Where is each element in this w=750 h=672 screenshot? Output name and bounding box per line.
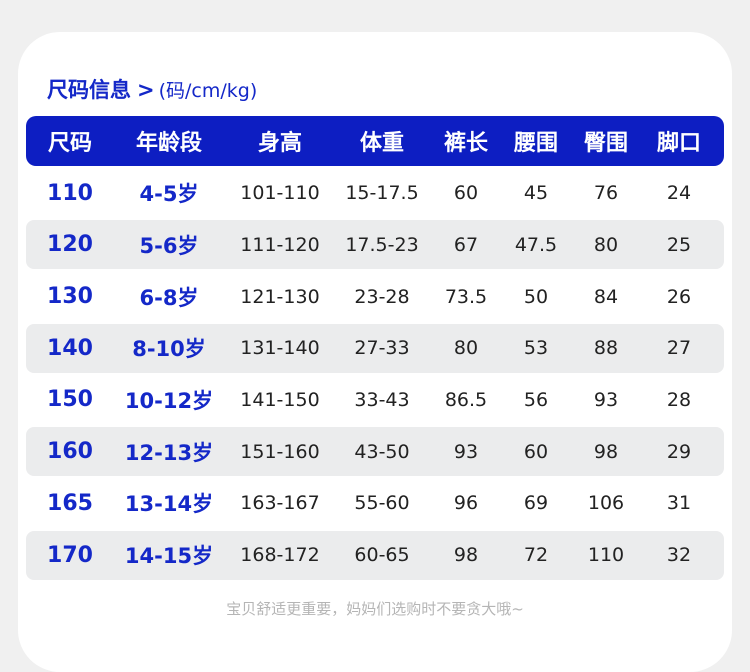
size-cell: 170 (47, 542, 93, 568)
waist-cell: 50 (523, 285, 549, 308)
column-header-leg-opening: 脚口 (656, 131, 701, 156)
leg-opening-cell: 26 (666, 285, 692, 308)
age-cell: 4-5岁 (139, 182, 199, 207)
column-header-height: 身高 (257, 131, 302, 156)
leg-opening-cell: 24 (666, 182, 692, 205)
size-cell: 165 (47, 490, 93, 516)
pants-length-cell: 96 (453, 492, 479, 515)
age-cell: 12-13岁 (124, 440, 214, 465)
hip-cell: 110 (587, 544, 625, 566)
height-cell: 141-150 (240, 388, 320, 411)
hip-cell: 80 (593, 233, 619, 256)
weight-cell: 55-60 (354, 492, 410, 515)
size-cell: 160 (47, 439, 93, 465)
hip-cell: 98 (593, 440, 619, 463)
column-header-size: 尺码 (47, 131, 92, 156)
size-table: 尺码 年龄段 身高 体重 裤长 腰围 臀围 脚口 110 4-5岁 101-11… (26, 116, 724, 580)
weight-cell: 27-33 (354, 337, 410, 360)
table-row: 170 14-15岁 168-172 60-65 98 72 110 32 (26, 530, 724, 580)
size-cell: 120 (47, 232, 93, 258)
hip-cell: 106 (587, 492, 625, 515)
leg-opening-cell: 32 (666, 544, 692, 566)
column-header-pants-length: 裤长 (443, 131, 488, 156)
pants-length-cell: 98 (453, 544, 479, 566)
pants-length-cell: 60 (453, 182, 479, 205)
age-cell: 10-12岁 (124, 388, 214, 413)
table-row: 160 12-13岁 151-160 43-50 93 60 98 29 (26, 427, 724, 477)
pants-length-cell: 67 (453, 233, 479, 256)
hip-cell: 84 (593, 285, 619, 308)
column-header-age: 年龄段 (135, 131, 202, 156)
weight-cell: 17.5-23 (345, 233, 419, 256)
table-row: 120 5-6岁 111-120 17.5-23 67 47.5 80 25 (26, 220, 724, 270)
height-cell: 131-140 (240, 337, 320, 360)
footer-note: 宝贝舒适更重要，妈妈们选购时不要贪大哦~ (226, 600, 524, 618)
table-row: 130 6-8岁 121-130 23-28 73.5 50 84 26 (26, 272, 724, 321)
leg-opening-cell: 31 (666, 492, 692, 515)
section-heading: 尺码信息 > (码/cm/kg) (47, 74, 257, 104)
leg-opening-cell: 29 (666, 440, 692, 463)
waist-cell: 69 (523, 492, 549, 515)
size-cell: 140 (47, 335, 93, 361)
leg-opening-cell: 25 (666, 233, 692, 256)
weight-cell: 60-65 (354, 544, 410, 566)
age-cell: 14-15岁 (124, 544, 214, 568)
height-cell: 101-110 (240, 182, 320, 205)
hip-cell: 76 (593, 182, 619, 205)
height-cell: 111-120 (240, 233, 320, 256)
waist-cell: 72 (523, 544, 549, 566)
waist-cell: 60 (523, 440, 549, 463)
column-header-waist: 腰围 (513, 131, 558, 156)
pants-length-cell: 86.5 (444, 388, 488, 411)
height-cell: 163-167 (240, 492, 320, 515)
chevron-right-icon: > (137, 78, 155, 102)
age-cell: 13-14岁 (124, 492, 214, 517)
table-row: 140 8-10岁 131-140 27-33 80 53 88 27 (26, 323, 724, 373)
heading-title: 尺码信息 (47, 78, 131, 102)
waist-cell: 47.5 (514, 233, 558, 256)
pants-length-cell: 93 (453, 440, 479, 463)
table-row: 165 13-14岁 163-167 55-60 96 69 106 31 (26, 479, 724, 528)
table-row: 150 10-12岁 141-150 33-43 86.5 56 93 28 (26, 375, 724, 424)
weight-cell: 33-43 (354, 388, 410, 411)
hip-cell: 88 (593, 337, 619, 360)
leg-opening-cell: 27 (666, 337, 692, 360)
column-header-weight: 体重 (359, 131, 404, 156)
height-cell: 168-172 (240, 544, 320, 566)
weight-cell: 23-28 (354, 285, 410, 308)
waist-cell: 45 (523, 182, 549, 205)
pants-length-cell: 73.5 (444, 285, 488, 308)
height-cell: 121-130 (240, 285, 320, 308)
leg-opening-cell: 28 (666, 388, 692, 411)
weight-cell: 15-17.5 (345, 182, 419, 205)
weight-cell: 43-50 (354, 440, 410, 463)
age-cell: 5-6岁 (139, 233, 199, 258)
pants-length-cell: 80 (453, 337, 479, 360)
size-cell: 130 (47, 284, 93, 310)
size-cell: 150 (47, 387, 93, 413)
waist-cell: 53 (523, 337, 549, 360)
age-cell: 8-10岁 (132, 337, 206, 362)
table-row: 110 4-5岁 101-110 15-17.5 60 45 76 24 (26, 169, 724, 218)
age-cell: 6-8岁 (139, 285, 199, 310)
size-cell: 110 (47, 180, 93, 206)
column-header-hip: 臀围 (583, 131, 628, 156)
waist-cell: 56 (523, 388, 549, 411)
heading-unit: (码/cm/kg) (158, 80, 258, 102)
table-header-row: 尺码 年龄段 身高 体重 裤长 腰围 臀围 脚口 (26, 116, 724, 166)
hip-cell: 93 (593, 388, 619, 411)
height-cell: 151-160 (240, 440, 320, 463)
